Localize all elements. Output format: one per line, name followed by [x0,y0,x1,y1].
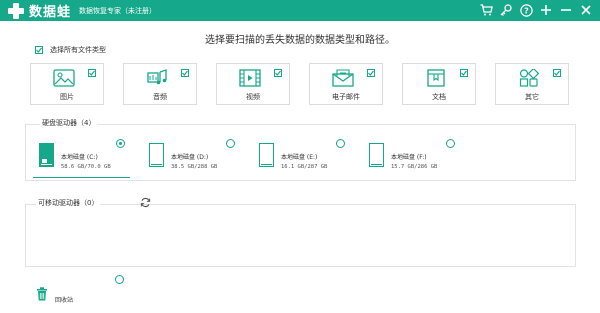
type-card-audio[interactable]: 音频 [123,63,197,105]
recycle-bin-radio[interactable] [115,275,124,284]
checkbox[interactable] [553,69,561,77]
refresh-icon[interactable] [140,197,151,208]
audio-icon [147,69,167,85]
type-label: 图片 [60,93,74,101]
drive-size: 15.7 GB/286 GB [391,164,438,170]
document-icon [427,69,445,87]
checkbox[interactable] [460,69,468,77]
logo-text: 数据蛙 [29,5,72,20]
drive-radio[interactable] [116,139,125,148]
drive-e[interactable]: 本地磁盘 (E:) 16.1 GB/287 GB [253,139,349,181]
drive-name: 本地磁盘 (E:) [281,154,318,161]
minimize-icon[interactable] [558,2,574,18]
logo-cross-icon [8,2,24,19]
drive-f[interactable]: 本地磁盘 (F:) 15.7 GB/286 GB [363,139,459,181]
type-card-email[interactable]: 电子邮件 [309,63,383,105]
type-label: 音频 [153,93,167,101]
email-icon [332,69,354,87]
app-title: 数据恢复专家（未注册） [79,6,157,15]
checkbox[interactable] [274,69,282,77]
type-label: 视频 [246,93,260,101]
drive-radio[interactable] [336,139,345,148]
hard-disk-icon [369,143,384,167]
type-label: 文档 [432,93,446,101]
drive-radio[interactable] [446,139,455,148]
drive-d[interactable]: 本地磁盘 (D:) 38.5 GB/288 GB [143,139,239,181]
recycle-bin-label: 回收站 [55,297,74,304]
hard-disk-icon [39,143,54,167]
drive-size: 58.6 GB/70.0 GB [61,164,111,170]
removable-drive-section [25,204,576,267]
type-label: 其它 [525,93,539,101]
drive-size: 16.1 GB/287 GB [281,164,328,170]
svg-text:?: ? [524,6,529,15]
drive-name: 本地磁盘 (F:) [391,154,427,161]
type-card-document[interactable]: 文档 [402,63,476,105]
checkbox[interactable] [367,69,375,77]
removable-drive-section-title: 可移动驱动器（0） [36,198,101,208]
checkbox[interactable] [181,69,189,77]
key-icon[interactable] [498,2,514,18]
type-label: 电子邮件 [332,93,360,101]
hard-disk-icon [149,143,164,167]
image-icon [53,69,75,87]
select-all-checkbox[interactable]: 选择所有文件类型 [35,45,106,55]
type-card-video[interactable]: 视频 [216,63,290,105]
plus-icon[interactable] [538,2,554,18]
type-card-other[interactable]: 其它 [495,63,569,105]
help-icon[interactable]: ? [518,2,534,18]
checkbox[interactable] [35,46,43,54]
drive-name: 本地磁盘 (D:) [171,154,209,161]
video-icon [239,69,261,87]
title-bar-controls: ? [474,2,594,18]
drive-c[interactable]: 本地磁盘 (C:) 58.6 GB/70.0 GB [33,139,130,181]
type-card-image[interactable]: 图片 [30,63,104,105]
other-icon [519,69,540,87]
trash-icon[interactable] [36,287,48,301]
hard-drive-section-title: 硬盘驱动器（4） [40,118,98,128]
close-icon[interactable] [578,2,594,18]
hard-disk-icon [259,143,274,167]
page-heading: 选择要扫描的丢失数据的数据类型和路径。 [205,35,395,46]
app-logo: 数据蛙 [8,1,71,20]
checkbox[interactable] [88,69,96,77]
drive-size: 38.5 GB/288 GB [171,164,218,170]
title-bar: 数据蛙 数据恢复专家（未注册） ? [0,0,600,21]
select-all-label: 选择所有文件类型 [50,46,106,54]
drive-name: 本地磁盘 (C:) [61,154,98,161]
cart-icon[interactable] [478,2,494,18]
selected-underline [33,177,130,178]
drive-radio[interactable] [226,139,235,148]
